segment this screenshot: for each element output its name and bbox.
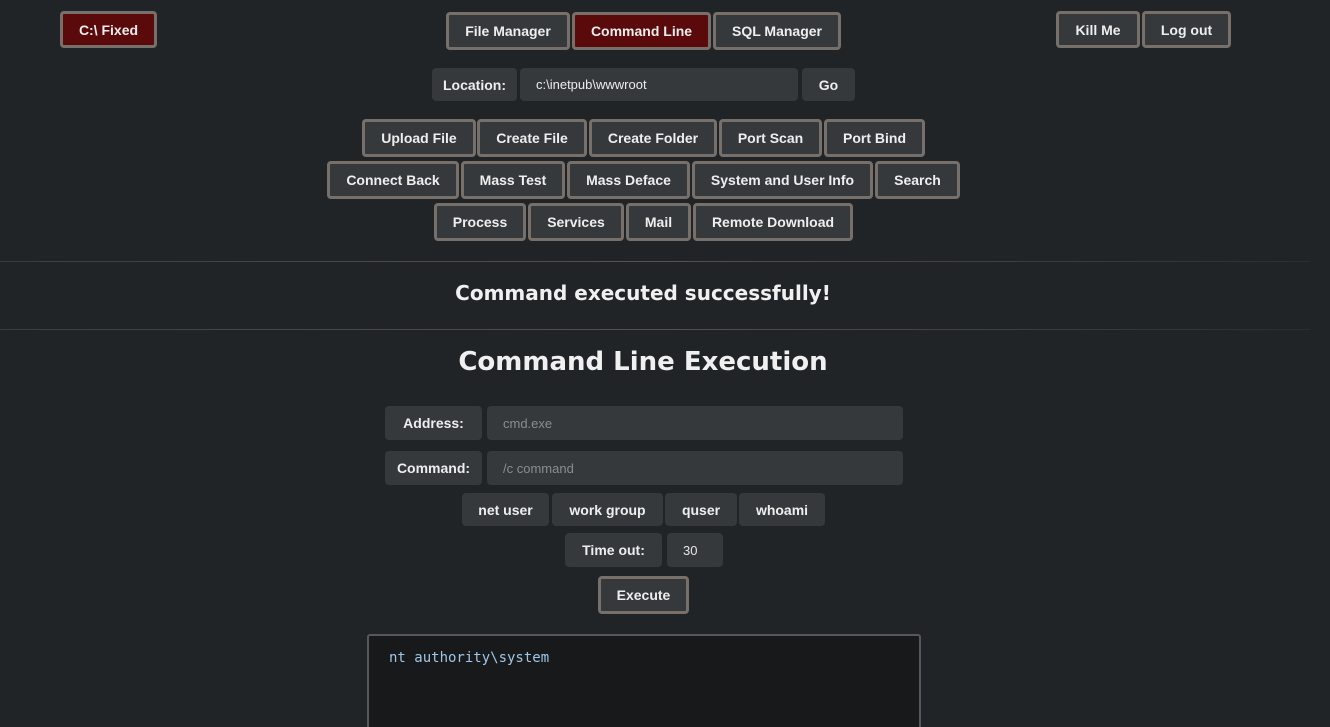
timeout-input[interactable] (667, 533, 723, 567)
command-output: nt authority\system (367, 634, 921, 727)
drive-button[interactable]: C:\ Fixed (60, 11, 157, 48)
tab-sql-manager[interactable]: SQL Manager (713, 12, 841, 50)
mail-button[interactable]: Mail (626, 203, 691, 241)
quick-work-group-button[interactable]: work group (552, 493, 663, 526)
address-input[interactable] (487, 406, 903, 440)
divider-bottom (0, 329, 1310, 330)
port-scan-button[interactable]: Port Scan (719, 119, 822, 157)
section-title: Command Line Execution (458, 347, 828, 377)
system-user-info-button[interactable]: System and User Info (692, 161, 873, 199)
tab-command-line[interactable]: Command Line (572, 12, 711, 50)
divider-top (0, 261, 1310, 262)
page: C:\ Fixed File Manager Command Line SQL … (0, 0, 1330, 727)
process-button[interactable]: Process (434, 203, 526, 241)
connect-back-button[interactable]: Connect Back (327, 161, 459, 199)
execute-button[interactable]: Execute (598, 576, 689, 614)
create-folder-button[interactable]: Create Folder (589, 119, 717, 157)
address-label: Address: (385, 406, 482, 440)
quick-quser-button[interactable]: quser (665, 493, 737, 526)
timeout-label: Time out: (565, 533, 662, 567)
quick-net-user-button[interactable]: net user (462, 493, 549, 526)
command-label: Command: (385, 451, 482, 485)
status-message: Command executed successfully! (455, 281, 831, 305)
tab-file-manager[interactable]: File Manager (446, 12, 570, 50)
go-button[interactable]: Go (802, 68, 855, 101)
location-input[interactable] (520, 68, 798, 101)
remote-download-button[interactable]: Remote Download (693, 203, 853, 241)
create-file-button[interactable]: Create File (477, 119, 587, 157)
port-bind-button[interactable]: Port Bind (824, 119, 925, 157)
logout-button[interactable]: Log out (1142, 11, 1231, 48)
command-input[interactable] (487, 451, 903, 485)
upload-file-button[interactable]: Upload File (362, 119, 476, 157)
search-button[interactable]: Search (875, 161, 960, 199)
quick-whoami-button[interactable]: whoami (739, 493, 825, 526)
kill-me-button[interactable]: Kill Me (1056, 11, 1140, 48)
mass-test-button[interactable]: Mass Test (461, 161, 565, 199)
location-label: Location: (432, 68, 517, 101)
services-button[interactable]: Services (528, 203, 624, 241)
mass-deface-button[interactable]: Mass Deface (567, 161, 690, 199)
